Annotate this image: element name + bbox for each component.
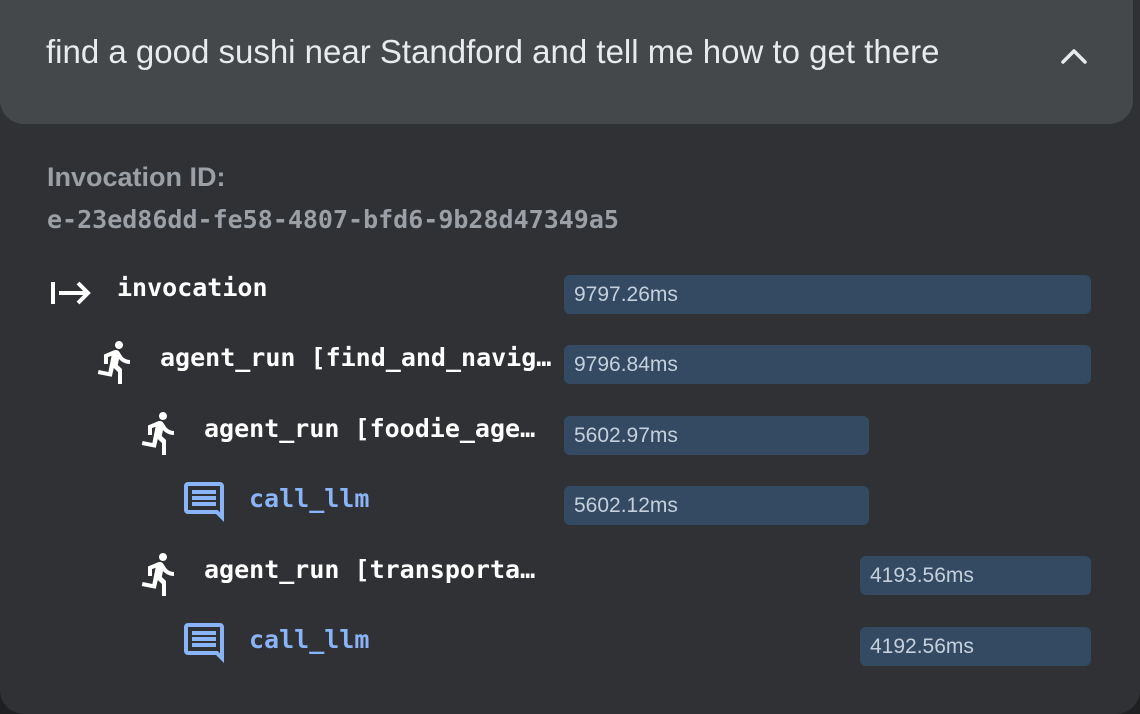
chat-message-icon: [180, 478, 228, 526]
running-person-icon: [92, 338, 140, 386]
invocation-id-value: e-23ed86dd-fe58-4807-bfd6-9b28d47349a5: [47, 205, 619, 234]
running-person-icon: [136, 550, 184, 598]
trace-panel: find a good sushi near Standford and tel…: [0, 0, 1140, 714]
span-bar-agent-run[interactable]: 4193.56ms: [860, 556, 1091, 595]
span-label-invocation[interactable]: invocation: [117, 273, 547, 302]
span-label-call-llm[interactable]: call_llm: [249, 484, 549, 513]
span-bar-invocation[interactable]: 9797.26ms: [564, 275, 1091, 314]
chevron-up-icon[interactable]: [1058, 40, 1090, 72]
running-person-icon: [136, 409, 184, 457]
span-label-agent-run[interactable]: agent_run [find_and_navigate_agent]: [160, 343, 556, 372]
span-bar-agent-run[interactable]: 9796.84ms: [564, 345, 1091, 384]
invocation-id-label: Invocation ID:: [47, 162, 226, 192]
query-text: find a good sushi near Standford and tel…: [46, 33, 940, 70]
span-bar-agent-run[interactable]: 5602.97ms: [564, 416, 869, 455]
chat-message-icon: [180, 619, 228, 667]
span-bar-call-llm[interactable]: 5602.12ms: [564, 486, 869, 525]
span-label-call-llm[interactable]: call_llm: [249, 625, 549, 654]
span-label-agent-run[interactable]: agent_run [foodie_agent]: [204, 414, 550, 443]
start-arrow-icon: [51, 281, 91, 305]
span-bar-call-llm[interactable]: 4192.56ms: [860, 627, 1091, 666]
query-header[interactable]: find a good sushi near Standford and tel…: [0, 0, 1133, 124]
span-label-agent-run[interactable]: agent_run [transportation_agent]: [204, 555, 550, 584]
